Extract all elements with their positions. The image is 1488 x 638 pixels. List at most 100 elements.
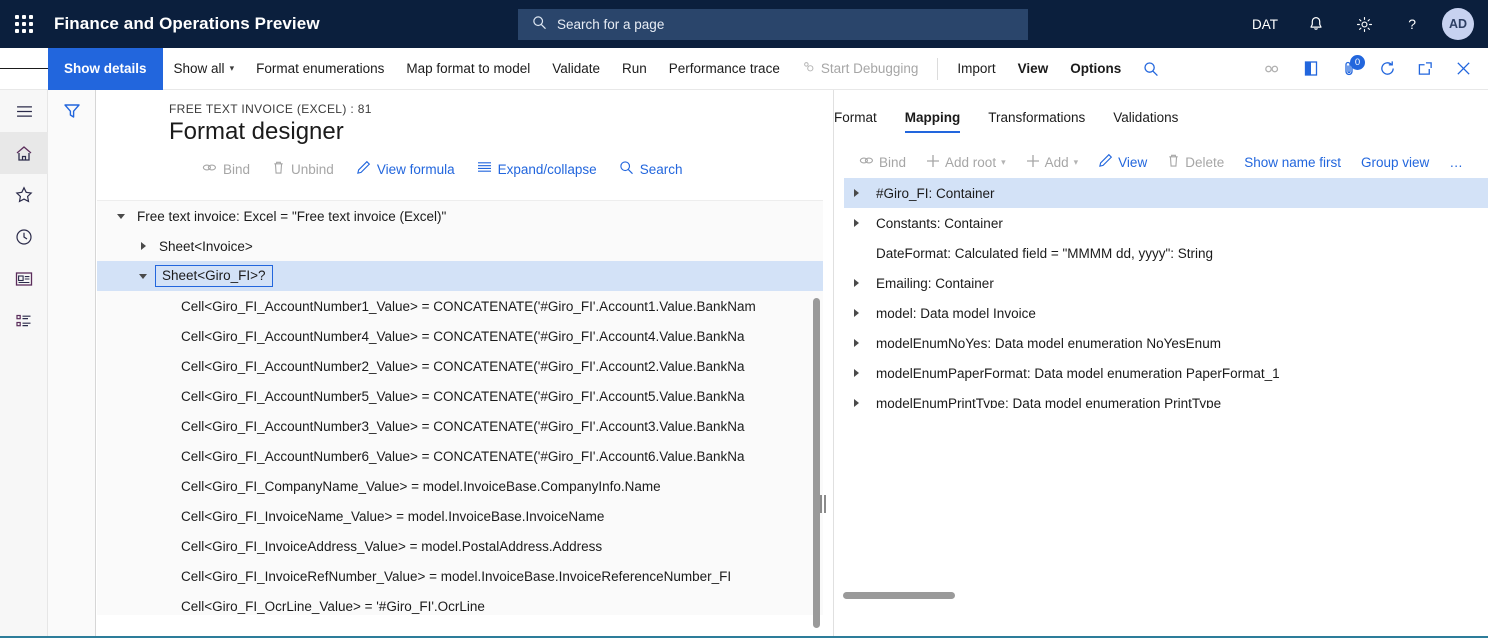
data-source-row[interactable]: modelEnumPaperFormat: Data model enumera…: [844, 358, 1488, 388]
chevron-right-icon[interactable]: [844, 369, 868, 377]
open-in-new-window-icon[interactable]: [1406, 48, 1444, 90]
format-tree-row[interactable]: Cell<Giro_FI_OcrLine_Value> = '#Giro_FI'…: [97, 591, 823, 615]
tab-mapping[interactable]: Mapping: [891, 110, 975, 133]
format-tree-row[interactable]: Cell<Giro_FI_AccountNumber5_Value> = CON…: [97, 381, 823, 411]
run-button[interactable]: Run: [611, 48, 658, 90]
mapping-toolbar[interactable]: BindAdd root▾Add▾ViewDeleteShow name fir…: [834, 133, 1488, 175]
company-selector[interactable]: DAT: [1238, 17, 1292, 32]
view-button[interactable]: View: [1089, 149, 1156, 175]
format-tree-row[interactable]: Cell<Giro_FI_InvoiceRefNumber_Value> = m…: [97, 561, 823, 591]
gear-icon[interactable]: [1340, 0, 1388, 48]
format-tree-row-label: Cell<Giro_FI_InvoiceAddress_Value> = mod…: [173, 539, 602, 554]
top-navigation-bar: Finance and Operations Preview Search fo…: [0, 0, 1488, 48]
sidebar-item-home[interactable]: [0, 132, 48, 174]
sidebar-item-workspaces[interactable]: [0, 258, 48, 300]
format-tree-row[interactable]: Cell<Giro_FI_AccountNumber2_Value> = CON…: [97, 351, 823, 381]
map-format-to-model-button[interactable]: Map format to model: [395, 48, 541, 90]
group-view-button[interactable]: Group view: [1352, 151, 1438, 174]
data-source-row[interactable]: DateFormat: Calculated field = "MMMM dd,…: [844, 238, 1488, 268]
plus-icon: [926, 154, 940, 171]
format-tree-row[interactable]: Free text invoice: Excel = "Free text in…: [97, 201, 823, 231]
options-button[interactable]: Options: [1059, 48, 1132, 90]
data-source-row-label: model: Data model Invoice: [868, 306, 1036, 321]
format-tree[interactable]: Free text invoice: Excel = "Free text in…: [97, 200, 823, 615]
validate-button[interactable]: Validate: [541, 48, 611, 90]
sidebar-item-favorites[interactable]: [0, 174, 48, 216]
import-button[interactable]: Import: [946, 48, 1006, 90]
expand-collapse-button[interactable]: Expand/collapse: [468, 157, 606, 181]
tab-transformations[interactable]: Transformations: [974, 110, 1099, 133]
sidebar-item-expand-nav[interactable]: [0, 90, 48, 132]
data-source-row[interactable]: Constants: Container: [844, 208, 1488, 238]
debug-gear-icon: [802, 60, 816, 77]
chevron-right-icon[interactable]: [844, 339, 868, 347]
format-tree-row-label: Cell<Giro_FI_OcrLine_Value> = '#Giro_FI'…: [173, 599, 485, 614]
tab-validations[interactable]: Validations: [1099, 110, 1192, 133]
format-tree-row[interactable]: Sheet<Giro_FI>?: [97, 261, 823, 291]
data-sources-tree[interactable]: #Giro_FI: ContainerConstants: ContainerD…: [844, 178, 1488, 408]
show-all-button[interactable]: Show all ▾: [163, 48, 246, 90]
format-enumerations-button[interactable]: Format enumerations: [245, 48, 395, 90]
refresh-icon[interactable]: [1368, 48, 1406, 90]
share-panel-icon[interactable]: [1292, 48, 1330, 90]
view-button[interactable]: View: [1007, 48, 1060, 90]
data-sources-horizontal-scrollbar[interactable]: [843, 592, 955, 599]
chevron-right-icon[interactable]: [135, 242, 151, 250]
close-icon[interactable]: [1444, 48, 1482, 90]
search-icon: [619, 160, 634, 178]
hamburger-menu-icon: [16, 105, 33, 118]
list-icon: [477, 161, 492, 177]
format-tree-row[interactable]: Cell<Giro_FI_AccountNumber1_Value> = CON…: [97, 291, 823, 321]
show-name-first-button[interactable]: Show name first: [1235, 151, 1350, 174]
data-source-row[interactable]: Emailing: Container: [844, 268, 1488, 298]
format-tree-row[interactable]: Cell<Giro_FI_AccountNumber4_Value> = CON…: [97, 321, 823, 351]
sidebar-item-modules[interactable]: [0, 300, 48, 342]
search-icon[interactable]: [1132, 48, 1170, 90]
hamburger-menu-icon[interactable]: [0, 48, 48, 90]
add-root-label: Add root: [945, 155, 996, 170]
data-source-row-label: Emailing: Container: [868, 276, 994, 291]
pane-tabs[interactable]: FormatMappingTransformationsValidations: [834, 90, 1488, 133]
question-mark-icon[interactable]: ?: [1388, 0, 1436, 48]
home-icon: [15, 145, 33, 162]
format-tree-row[interactable]: Cell<Giro_FI_CompanyName_Value> = model.…: [97, 471, 823, 501]
chevron-right-icon[interactable]: [844, 399, 868, 407]
data-source-row[interactable]: model: Data model Invoice: [844, 298, 1488, 328]
trash-icon: [1167, 153, 1180, 171]
chevron-right-icon[interactable]: [844, 219, 868, 227]
format-tree-row-label: Cell<Giro_FI_AccountNumber6_Value> = CON…: [173, 449, 745, 464]
format-tree-row[interactable]: Cell<Giro_FI_AccountNumber6_Value> = CON…: [97, 441, 823, 471]
attachments-icon[interactable]: 0: [1330, 48, 1368, 90]
avatar[interactable]: AD: [1442, 8, 1474, 40]
app-launcher-icon[interactable]: [0, 0, 48, 48]
chevron-right-icon[interactable]: [844, 279, 868, 287]
data-source-row[interactable]: modelEnumPrintType: Data model enumerati…: [844, 388, 1488, 408]
show-details-button[interactable]: Show details: [48, 48, 163, 90]
format-tree-row[interactable]: Cell<Giro_FI_InvoiceAddress_Value> = mod…: [97, 531, 823, 561]
format-tree-row[interactable]: Cell<Giro_FI_InvoiceName_Value> = model.…: [97, 501, 823, 531]
search-tree-button[interactable]: Search: [610, 156, 692, 182]
view-formula-button[interactable]: View formula: [347, 156, 464, 182]
format-tree-vertical-scrollbar[interactable]: [813, 298, 820, 628]
format-tree-row[interactable]: Cell<Giro_FI_AccountNumber3_Value> = CON…: [97, 411, 823, 441]
chevron-down-icon[interactable]: [135, 274, 151, 279]
tab-format[interactable]: Format: [834, 110, 891, 133]
personalize-icon[interactable]: [1254, 48, 1292, 90]
data-source-row[interactable]: #Giro_FI: Container: [844, 178, 1488, 208]
chevron-right-icon[interactable]: [844, 189, 868, 197]
format-tree-row[interactable]: Sheet<Invoice>: [97, 231, 823, 261]
chevron-down-icon[interactable]: [113, 214, 129, 219]
filter-funnel-icon[interactable]: [63, 102, 81, 638]
global-search-input[interactable]: Search for a page: [518, 9, 1028, 40]
add-button: Add▾: [1017, 150, 1088, 175]
sidebar-item-recent[interactable]: [0, 216, 48, 258]
data-source-row[interactable]: modelEnumNoYes: Data model enumeration N…: [844, 328, 1488, 358]
performance-trace-button[interactable]: Performance trace: [658, 48, 791, 90]
pane-splitter[interactable]: [820, 495, 826, 513]
unbind-button: Unbind: [263, 156, 343, 182]
more-button[interactable]: …: [1440, 151, 1472, 174]
bell-icon[interactable]: [1292, 0, 1340, 48]
page-title: Format designer: [97, 116, 823, 146]
chevron-right-icon[interactable]: [844, 309, 868, 317]
format-tree-row-label: Sheet<Giro_FI>?: [155, 265, 273, 287]
